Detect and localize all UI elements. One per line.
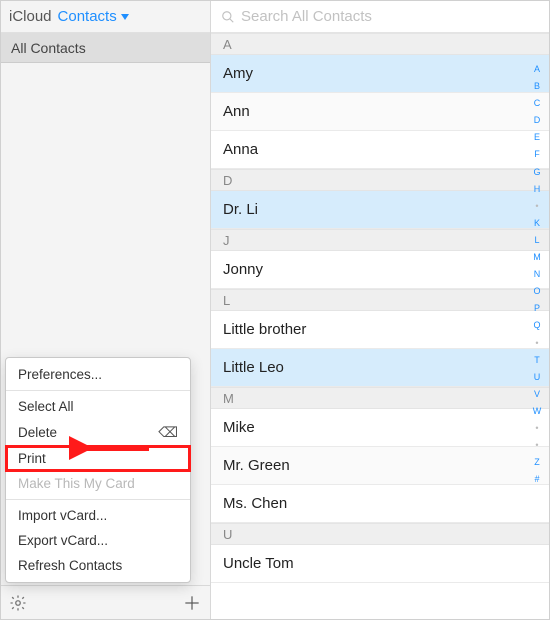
alpha-index-letter[interactable]: O [533,283,540,300]
alpha-index-letter[interactable]: L [534,232,539,249]
alpha-index-letter[interactable]: B [534,78,540,95]
gear-icon[interactable] [9,594,27,612]
alpha-index-letter[interactable]: A [534,61,540,78]
alpha-index-letter[interactable]: G [533,164,540,181]
alpha-index-letter[interactable]: W [533,403,542,420]
contact-row[interactable]: Dr. Li [211,191,549,229]
search-input[interactable] [241,8,539,25]
sidebar: iCloud Contacts All Contacts Preferences… [1,1,211,619]
alpha-index-letter[interactable]: H [534,181,541,198]
sidebar-item-all-contacts[interactable]: All Contacts [1,33,210,63]
backspace-icon: ⌫ [158,424,178,441]
menu-import-vcard[interactable]: Import vCard... [6,503,190,528]
app-header: iCloud Contacts [1,1,210,33]
contact-row[interactable]: Little brother [211,311,549,349]
alpha-index-letter[interactable]: C [534,95,541,112]
plus-icon[interactable] [182,593,202,613]
alpha-index-letter[interactable]: Z [534,454,540,471]
alpha-index-letter[interactable]: • [535,420,538,437]
alpha-index-letter[interactable]: E [534,129,540,146]
contact-row[interactable]: Anna [211,131,549,169]
section-header: A [211,33,549,55]
menu-export-vcard[interactable]: Export vCard... [6,528,190,553]
menu-select-all[interactable]: Select All [6,394,190,419]
menu-print[interactable]: Print [6,446,190,471]
menu-preferences[interactable]: Preferences... [6,362,190,387]
alpha-index-letter[interactable]: M [533,249,541,266]
alpha-index-letter[interactable]: Q [533,317,540,334]
alpha-index[interactable]: ABCDEFGH•KLMNOPQ•TUVW••Z# [529,61,545,488]
contact-row[interactable]: Little Leo [211,349,549,387]
alpha-index-letter[interactable]: • [535,198,538,215]
alpha-index-letter[interactable]: N [534,266,541,283]
contact-row[interactable]: Jonny [211,251,549,289]
app-switcher[interactable]: Contacts [58,8,129,25]
alpha-index-letter[interactable]: U [534,369,541,386]
contact-row[interactable]: Uncle Tom [211,545,549,583]
alpha-index-letter[interactable]: K [534,215,540,232]
menu-refresh-contacts[interactable]: Refresh Contacts [6,553,190,578]
alpha-index-letter[interactable]: T [534,352,540,369]
alpha-index-letter[interactable]: # [534,471,539,488]
section-header: M [211,387,549,409]
alpha-index-letter[interactable]: • [535,437,538,454]
chevron-down-icon [121,14,129,20]
app-name: Contacts [58,8,117,25]
alpha-index-letter[interactable]: V [534,386,540,403]
section-header: D [211,169,549,191]
menu-make-my-card: Make This My Card [6,471,190,496]
section-header: J [211,229,549,251]
alpha-index-letter[interactable]: P [534,300,540,317]
settings-menu: Preferences... Select All Delete ⌫ Print… [5,357,191,583]
section-header: U [211,523,549,545]
contact-row[interactable]: Amy [211,55,549,93]
section-header: L [211,289,549,311]
sidebar-footer [1,585,210,619]
menu-delete[interactable]: Delete ⌫ [6,419,190,446]
alpha-index-letter[interactable]: D [534,112,541,129]
alpha-index-letter[interactable]: • [535,335,538,352]
alpha-index-letter[interactable]: F [534,146,540,163]
contact-row[interactable]: Mr. Green [211,447,549,485]
search-icon [221,10,235,24]
contacts-panel: AAmyAnnAnnaDDr. LiJJonnyLLittle brotherL… [211,1,549,619]
contact-list[interactable]: AAmyAnnAnnaDDr. LiJJonnyLLittle brotherL… [211,33,549,619]
contact-row[interactable]: Ann [211,93,549,131]
icloud-label: iCloud [9,8,52,25]
sidebar-item-label: All Contacts [11,40,86,56]
contact-row[interactable]: Mike [211,409,549,447]
search-bar[interactable] [211,1,549,33]
contact-row[interactable]: Ms. Chen [211,485,549,523]
